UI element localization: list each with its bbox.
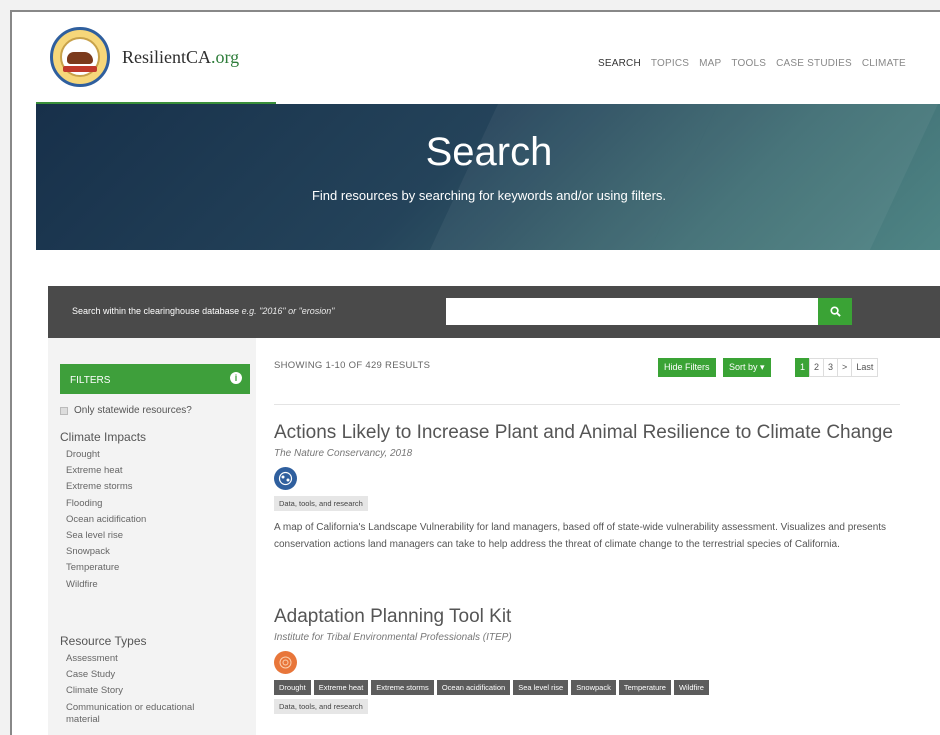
- filter-wildfire[interactable]: Wildfire: [66, 577, 146, 593]
- tag-data-tools[interactable]: Data, tools, and research: [274, 699, 368, 714]
- tag-temperature[interactable]: Temperature: [618, 680, 671, 695]
- site-name-main: ResilientCA: [122, 46, 211, 67]
- filter-flooding[interactable]: Flooding: [66, 496, 146, 512]
- result-tags-secondary: Data, tools, and research: [274, 699, 914, 714]
- hero-banner: Search Find resources by searching for k…: [36, 104, 940, 250]
- browser-page: ResilientCA.org SEARCH TOPICS MAP TOOLS …: [10, 10, 940, 735]
- tag-ocean-acidification[interactable]: Ocean acidification: [436, 680, 511, 695]
- search-button[interactable]: [818, 298, 852, 325]
- resource-types-group: Resource Types Assessment Case Study Cli…: [60, 634, 216, 726]
- result-title[interactable]: Actions Likely to Increase Plant and Ani…: [274, 422, 914, 444]
- result-tags: Data, tools, and research: [274, 496, 914, 511]
- climate-impacts-title: Climate Impacts: [60, 430, 147, 444]
- nav-case-studies[interactable]: CASE STUDIES: [776, 58, 852, 69]
- result-org: The Nature Conservancy, 2018: [274, 448, 413, 459]
- tag-drought[interactable]: Drought: [274, 680, 311, 695]
- results-count: SHOWING 1-10 OF 429 RESULTS: [274, 360, 431, 371]
- california-seal-icon: [50, 27, 110, 87]
- nav-topics[interactable]: TOPICS: [651, 58, 689, 69]
- nav-search[interactable]: SEARCH: [598, 58, 641, 69]
- filters-heading: FILTERS: [70, 375, 111, 386]
- filter-communication-material[interactable]: Communication or educational material: [66, 702, 216, 726]
- filter-sea-level-rise[interactable]: Sea level rise: [66, 528, 146, 544]
- filters-header[interactable]: FILTERS i: [60, 364, 250, 394]
- tag-wildfire[interactable]: Wildfire: [673, 680, 709, 695]
- result-tags: Drought Extreme heat Extreme storms Ocea…: [274, 680, 914, 695]
- filter-snowpack[interactable]: Snowpack: [66, 544, 146, 560]
- page-2[interactable]: 2: [809, 358, 825, 377]
- hide-filters-button[interactable]: Hide Filters: [658, 358, 716, 377]
- filter-ocean-acidification[interactable]: Ocean acidification: [66, 512, 146, 528]
- result-item: Actions Likely to Increase Plant and Ani…: [274, 422, 914, 553]
- site-name-suffix: .org: [211, 46, 240, 67]
- nav-tools[interactable]: TOOLS: [731, 58, 766, 69]
- tag-sea-level-rise[interactable]: Sea level rise: [513, 680, 569, 695]
- page-title: Search: [425, 130, 553, 174]
- search-label-text: Search within the clearinghouse database: [72, 306, 240, 316]
- search-input[interactable]: [446, 298, 818, 325]
- filter-assessment[interactable]: Assessment: [66, 651, 216, 667]
- filter-extreme-heat[interactable]: Extreme heat: [66, 463, 146, 479]
- tag-extreme-heat[interactable]: Extreme heat: [313, 680, 369, 695]
- last-page-button[interactable]: Last: [851, 358, 879, 377]
- result-description: A map of California's Landscape Vulnerab…: [274, 522, 887, 550]
- page-3[interactable]: 3: [823, 358, 839, 377]
- site-name: ResilientCA.org: [122, 47, 239, 68]
- result-title[interactable]: Adaptation Planning Tool Kit: [274, 606, 914, 628]
- resource-types-title: Resource Types: [60, 634, 147, 648]
- tag-snowpack[interactable]: Snowpack: [571, 680, 616, 695]
- page-subtitle: Find resources by searching for keywords…: [311, 188, 667, 203]
- next-page-button[interactable]: >: [837, 358, 853, 377]
- climate-impacts-group: Climate Impacts Drought Extreme heat Ext…: [60, 430, 146, 593]
- search-example: e.g. "2016" or "erosion": [241, 306, 335, 316]
- drought-icon: [274, 651, 297, 674]
- page-1[interactable]: 1: [795, 358, 811, 377]
- filters-sidebar: FILTERS i Only statewide resources? Clim…: [48, 338, 256, 735]
- filter-drought[interactable]: Drought: [66, 447, 146, 463]
- tag-data-tools[interactable]: Data, tools, and research: [274, 496, 368, 511]
- sort-by-button[interactable]: Sort by ▾: [723, 358, 771, 377]
- search-label: Search within the clearinghouse database…: [72, 306, 334, 316]
- result-org: Institute for Tribal Environmental Profe…: [274, 632, 512, 643]
- statewide-checkbox[interactable]: [60, 406, 68, 415]
- results-divider: [274, 404, 900, 405]
- search-bar: Search within the clearinghouse database…: [48, 286, 940, 338]
- info-icon[interactable]: i: [230, 372, 242, 384]
- nav-climate[interactable]: CLIMATE: [862, 58, 906, 69]
- site-header: ResilientCA.org SEARCH TOPICS MAP TOOLS …: [12, 12, 940, 104]
- pagination: 1 2 3 > Last: [795, 358, 879, 377]
- statewide-filter[interactable]: Only statewide resources?: [60, 405, 192, 416]
- filter-temperature[interactable]: Temperature: [66, 560, 146, 576]
- main-nav: SEARCH TOPICS MAP TOOLS CASE STUDIES CLI…: [598, 58, 906, 69]
- tag-extreme-storms[interactable]: Extreme storms: [371, 680, 434, 695]
- result-item: Adaptation Planning Tool Kit Institute f…: [274, 606, 914, 714]
- site-logo[interactable]: ResilientCA.org: [50, 27, 239, 87]
- nav-map[interactable]: MAP: [699, 58, 721, 69]
- search-icon: [829, 306, 841, 317]
- statewide-label: Only statewide resources?: [74, 405, 192, 416]
- data-tools-icon: [274, 467, 297, 490]
- filter-extreme-storms[interactable]: Extreme storms: [66, 479, 146, 495]
- filter-case-study[interactable]: Case Study: [66, 667, 216, 683]
- filter-climate-story[interactable]: Climate Story: [66, 683, 216, 699]
